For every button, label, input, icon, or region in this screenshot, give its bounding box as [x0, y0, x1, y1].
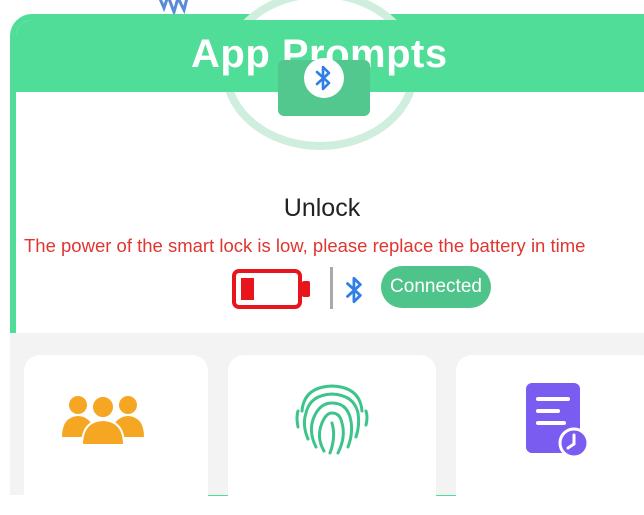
fingerprint-icon: [295, 384, 369, 455]
status-divider: [330, 267, 333, 309]
bluetooth-icon: [304, 58, 344, 98]
users-card[interactable]: [24, 355, 208, 515]
low-battery-warning: The power of the smart lock is low, plea…: [24, 235, 586, 256]
connection-status-row: Connected: [232, 265, 532, 311]
bluetooth-status-icon: [346, 276, 362, 304]
fingerprint-card[interactable]: [228, 355, 436, 515]
connected-badge: Connected: [381, 266, 491, 308]
battery-low-icon: [232, 269, 310, 309]
log-card[interactable]: [456, 355, 644, 515]
log-icon: [526, 383, 590, 459]
lock-status-title: Unlock: [283, 194, 361, 222]
users-icon: [62, 395, 144, 446]
